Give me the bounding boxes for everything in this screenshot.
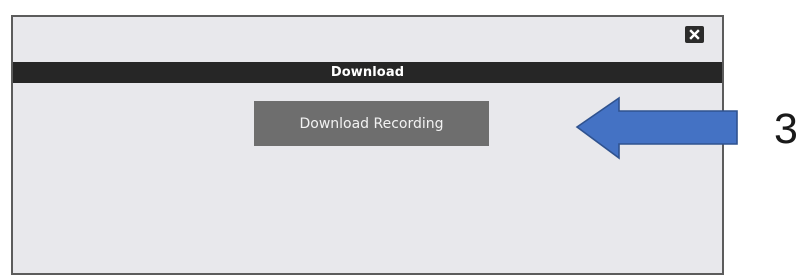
close-button[interactable]	[685, 26, 704, 43]
dialog-title: Download	[13, 62, 722, 83]
step-number: 3	[774, 105, 798, 153]
arrow-left-icon	[575, 96, 738, 160]
download-recording-button[interactable]: Download Recording	[254, 101, 489, 146]
close-icon	[689, 29, 700, 40]
